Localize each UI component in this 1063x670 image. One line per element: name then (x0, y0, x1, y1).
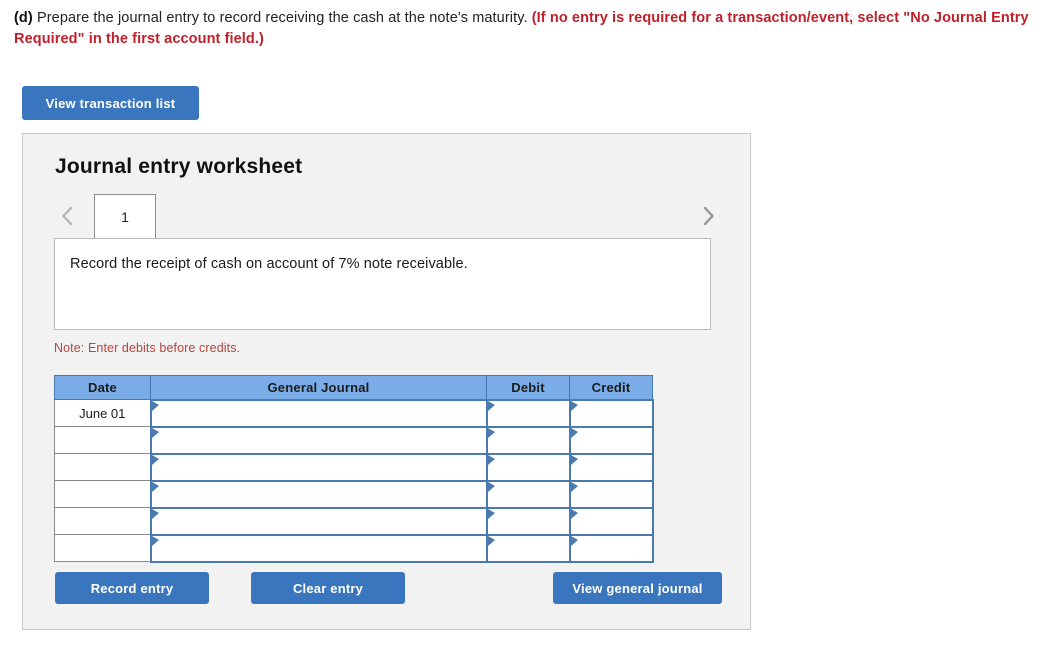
panel-title: Journal entry worksheet (55, 155, 303, 178)
cell-debit-input[interactable] (485, 479, 571, 509)
journal-entry-worksheet-panel: Journal entry worksheet 1 Record the rec… (22, 133, 751, 630)
cell-debit-input[interactable] (485, 533, 571, 563)
cell-account-input[interactable] (149, 398, 488, 428)
clear-entry-button[interactable]: Clear entry (251, 572, 405, 604)
dropdown-marker-icon (487, 400, 495, 411)
table-row (54, 506, 654, 536)
cell-credit-input[interactable] (568, 479, 654, 509)
worksheet-tab-strip: 1 (54, 194, 721, 239)
table-row (54, 425, 654, 455)
column-header-date: Date (54, 375, 151, 400)
chevron-right-icon[interactable] (695, 202, 721, 230)
cell-debit-input[interactable] (485, 398, 571, 428)
column-header-credit: Credit (569, 375, 653, 400)
cell-account-input[interactable] (149, 506, 488, 536)
table-row (54, 533, 654, 563)
dropdown-marker-icon (151, 535, 159, 546)
question-text: Prepare the journal entry to record rece… (32, 10, 532, 26)
column-header-general-journal: General Journal (150, 375, 487, 400)
column-header-debit: Debit (486, 375, 570, 400)
dropdown-marker-icon (487, 535, 495, 546)
cell-date[interactable] (54, 480, 151, 508)
dropdown-marker-icon (570, 400, 578, 411)
cell-credit-input[interactable] (568, 398, 654, 428)
cell-debit-input[interactable] (485, 452, 571, 482)
record-entry-button[interactable]: Record entry (55, 572, 209, 604)
dropdown-marker-icon (151, 481, 159, 492)
page-root: (d) Prepare the journal entry to record … (0, 0, 1063, 670)
cell-credit-input[interactable] (568, 452, 654, 482)
cell-date[interactable] (54, 426, 151, 454)
dropdown-marker-icon (570, 481, 578, 492)
cell-debit-input[interactable] (485, 425, 571, 455)
cell-date[interactable] (54, 507, 151, 535)
cell-account-input[interactable] (149, 533, 488, 563)
dropdown-marker-icon (151, 400, 159, 411)
dropdown-marker-icon (487, 481, 495, 492)
cell-date[interactable] (54, 534, 151, 562)
view-general-journal-button[interactable]: View general journal (553, 572, 722, 604)
transaction-description-box: Record the receipt of cash on account of… (54, 238, 711, 330)
dropdown-marker-icon (487, 427, 495, 438)
dropdown-marker-icon (487, 508, 495, 519)
cell-account-input[interactable] (149, 479, 488, 509)
debits-before-credits-note: Note: Enter debits before credits. (54, 341, 241, 355)
question-label: (d) (14, 10, 33, 26)
transaction-description-text: Record the receipt of cash on account of… (70, 256, 468, 272)
cell-credit-input[interactable] (568, 533, 654, 563)
dropdown-marker-icon (151, 508, 159, 519)
cell-account-input[interactable] (149, 452, 488, 482)
table-row (54, 479, 654, 509)
cell-date[interactable] (54, 453, 151, 481)
cell-credit-input[interactable] (568, 425, 654, 455)
dropdown-marker-icon (570, 535, 578, 546)
worksheet-tab-1[interactable]: 1 (94, 194, 156, 239)
dropdown-marker-icon (151, 427, 159, 438)
chevron-left-icon[interactable] (54, 202, 80, 230)
dropdown-marker-icon (570, 427, 578, 438)
question-prompt: (d) Prepare the journal entry to record … (14, 8, 1054, 50)
table-row: June 01 (54, 398, 654, 428)
cell-date[interactable]: June 01 (54, 399, 151, 427)
dropdown-marker-icon (487, 454, 495, 465)
table-row (54, 452, 654, 482)
table-header-row: Date General Journal Debit Credit (54, 375, 653, 400)
journal-entry-table: Date General Journal Debit Credit June 0… (54, 375, 654, 563)
cell-debit-input[interactable] (485, 506, 571, 536)
cell-account-input[interactable] (149, 425, 488, 455)
dropdown-marker-icon (570, 508, 578, 519)
worksheet-tab-label: 1 (121, 209, 129, 225)
cell-credit-input[interactable] (568, 506, 654, 536)
dropdown-marker-icon (151, 454, 159, 465)
dropdown-marker-icon (570, 454, 578, 465)
view-transaction-list-button[interactable]: View transaction list (22, 86, 199, 120)
